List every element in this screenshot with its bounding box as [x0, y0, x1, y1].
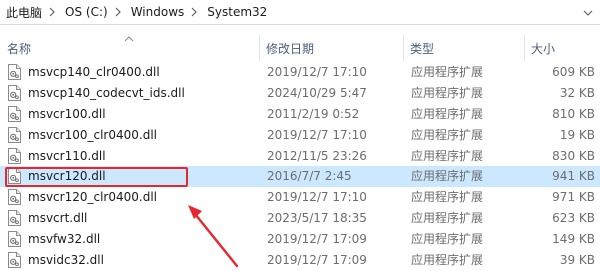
- file-size: 19 KB: [559, 127, 595, 142]
- dll-file-icon: [8, 252, 21, 269]
- chevron-right-icon[interactable]: [45, 0, 59, 25]
- file-type: 应用程序扩展: [411, 127, 484, 142]
- file-modified-date: 2019/12/7 17:09: [267, 232, 367, 247]
- file-row[interactable]: msvcr100.dll 2011/2/19 0:52 应用程序扩展 810 K…: [0, 104, 600, 125]
- file-modified-date: 2019/12/7 17:10: [267, 127, 367, 142]
- dll-file-icon: [8, 64, 21, 80]
- file-name: msvcr120_clr0400.dll: [28, 190, 157, 205]
- file-row[interactable]: msvcp140_clr0400.dll 2019/12/7 17:10 应用程…: [0, 62, 600, 83]
- chevron-right-icon[interactable]: [111, 0, 125, 25]
- file-size: 149 KB: [552, 232, 595, 247]
- file-size: 39 KB: [559, 253, 595, 268]
- file-size: 941 KB: [552, 169, 595, 184]
- breadcrumb-item-system32[interactable]: System32: [201, 0, 270, 25]
- file-name: msvfw32.dll: [28, 232, 101, 247]
- file-type: 应用程序扩展: [411, 169, 484, 184]
- file-size: 609 KB: [552, 65, 595, 79]
- dll-file-icon: [8, 84, 21, 101]
- file-type: 应用程序扩展: [411, 190, 484, 205]
- column-divider[interactable]: [259, 35, 260, 61]
- chevron-down-icon[interactable]: [583, 7, 593, 17]
- file-name: msvcrt.dll: [28, 211, 88, 226]
- file-type: 应用程序扩展: [411, 211, 484, 226]
- column-divider[interactable]: [403, 35, 404, 61]
- file-size: 32 KB: [559, 85, 595, 100]
- breadcrumb: 此电脑 OS (C:) Windows System32: [0, 0, 600, 25]
- file-explorer-window: 此电脑 OS (C:) Windows System32 名称 修改日期 类型 …: [0, 0, 600, 271]
- file-row[interactable]: msvcp140_codecvt_ids.dll 2024/10/29 5:47…: [0, 83, 600, 104]
- file-modified-date: 2019/12/7 17:10: [267, 65, 367, 79]
- file-name: msvcr110.dll: [28, 148, 106, 163]
- dll-file-icon: [8, 147, 21, 164]
- column-divider[interactable]: [524, 35, 525, 61]
- file-row[interactable]: msvidc32.dll 2019/12/7 17:09 应用程序扩展 39 K…: [0, 250, 600, 271]
- file-modified-date: 2019/12/7 17:10: [267, 190, 367, 205]
- file-size: 830 KB: [552, 148, 595, 163]
- file-modified-date: 2023/5/17 18:35: [267, 211, 367, 226]
- file-row[interactable]: msvfw32.dll 2019/12/7 17:09 应用程序扩展 149 K…: [0, 229, 600, 250]
- dll-file-icon: [8, 210, 21, 227]
- file-row[interactable]: msvcrt.dll 2023/5/17 18:35 应用程序扩展 623 KB: [0, 208, 600, 229]
- file-size: 810 KB: [552, 106, 595, 121]
- file-size: 623 KB: [552, 211, 595, 226]
- dll-file-icon: [8, 105, 21, 122]
- file-row[interactable]: msvcr110.dll 2012/11/5 23:26 应用程序扩展 830 …: [0, 146, 600, 167]
- file-name: msvcr100_clr0400.dll: [28, 127, 157, 142]
- file-type: 应用程序扩展: [411, 65, 484, 79]
- chevron-right-icon[interactable]: [187, 0, 201, 25]
- file-type: 应用程序扩展: [411, 106, 484, 121]
- dll-file-icon: [8, 126, 21, 143]
- file-modified-date: 2024/10/29 5:47: [267, 85, 367, 100]
- file-row[interactable]: msvcr120.dll 2016/7/7 2:45 应用程序扩展 941 KB: [0, 166, 600, 188]
- file-modified-date: 2011/2/19 0:52: [267, 106, 360, 121]
- file-name: msvcp140_codecvt_ids.dll: [28, 85, 185, 100]
- column-header-size[interactable]: 大小: [531, 39, 555, 59]
- dll-file-icon: [8, 168, 21, 185]
- file-type: 应用程序扩展: [411, 232, 484, 247]
- file-name: msvidc32.dll: [28, 253, 104, 268]
- file-name: msvcp140_clr0400.dll: [28, 65, 160, 79]
- file-type: 应用程序扩展: [411, 148, 484, 163]
- file-modified-date: 2019/12/7 17:09: [267, 253, 367, 268]
- breadcrumb-item-windows[interactable]: Windows: [125, 0, 188, 25]
- dll-file-icon: [8, 231, 21, 248]
- file-name: msvcr100.dll: [28, 106, 106, 121]
- column-header-row: 名称 修改日期 类型 大小: [0, 25, 600, 61]
- breadcrumb-item-this-pc[interactable]: 此电脑: [0, 0, 45, 25]
- breadcrumb-item-os-c[interactable]: OS (C:): [59, 0, 111, 25]
- column-header-type[interactable]: 类型: [410, 39, 434, 59]
- dll-file-icon: [8, 189, 21, 206]
- file-type: 应用程序扩展: [411, 253, 484, 268]
- column-header-date[interactable]: 修改日期: [266, 39, 314, 59]
- column-header-name[interactable]: 名称: [7, 39, 31, 59]
- file-type: 应用程序扩展: [411, 85, 484, 100]
- file-row[interactable]: msvcr120_clr0400.dll 2019/12/7 17:10 应用程…: [0, 187, 600, 208]
- file-modified-date: 2012/11/5 23:26: [267, 148, 367, 163]
- sort-up-icon: [124, 31, 134, 42]
- file-row[interactable]: msvcr100_clr0400.dll 2019/12/7 17:10 应用程…: [0, 125, 600, 146]
- file-modified-date: 2016/7/7 2:45: [267, 169, 352, 184]
- file-list: msvcp140_clr0400.dll 2019/12/7 17:10 应用程…: [0, 62, 600, 271]
- file-name: msvcr120.dll: [28, 169, 106, 184]
- file-size: 971 KB: [552, 190, 595, 205]
